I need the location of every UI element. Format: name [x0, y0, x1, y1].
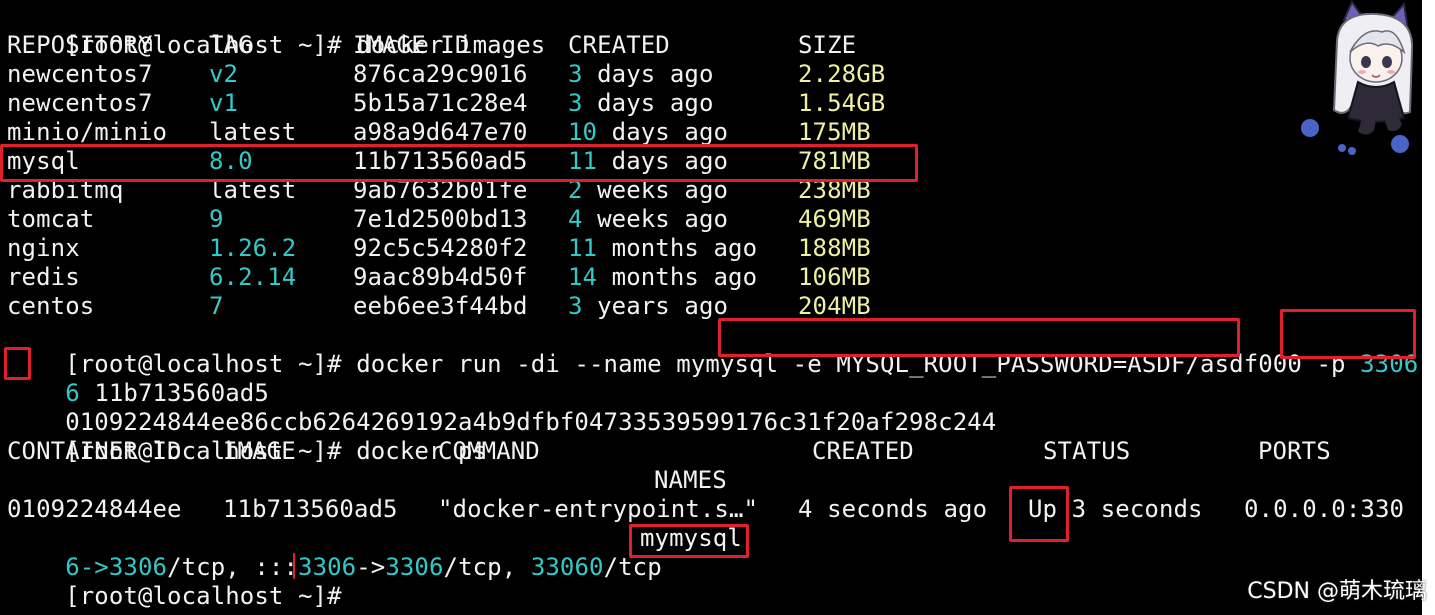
terminal-window[interactable]: [root@localhost ~]# docker images REPOSI…: [0, 0, 1422, 615]
image-id: 9aac89b4d50f: [353, 263, 528, 291]
image-size: 175MB: [798, 118, 871, 146]
image-created-unit: days ago: [597, 118, 729, 146]
header-image-id: IMAGE ID: [353, 31, 470, 59]
image-size: 469MB: [798, 205, 871, 233]
ps-header-row-wrap: NAMES: [7, 466, 727, 495]
header-created: CREATED: [812, 437, 914, 465]
image-repository: centos: [7, 292, 95, 320]
highlight-box-env-option: [718, 318, 1240, 357]
image-created-unit: months ago: [597, 234, 758, 262]
image-created-unit: days ago: [582, 60, 714, 88]
image-size: 2.28GB: [798, 60, 886, 88]
image-size: 1.54GB: [798, 89, 886, 117]
terminal-line-cmd-images: [root@localhost ~]# docker images: [7, 2, 545, 59]
highlight-box-names: [629, 524, 749, 558]
image-size: 106MB: [798, 263, 871, 291]
ps-port-num: 3306: [385, 553, 444, 581]
image-repository: redis: [7, 263, 80, 291]
image-size: 204MB: [798, 292, 871, 320]
images-header-row: REPOSITORY TAG IMAGE ID CREATED SIZE: [7, 31, 856, 60]
image-created-num: 11: [568, 234, 598, 262]
image-tag: 6.2.14: [209, 263, 297, 291]
image-tag: latest: [209, 118, 297, 146]
header-names: NAMES: [654, 466, 727, 494]
highlight-box-port-tail: [4, 347, 31, 380]
image-tag: 7: [209, 292, 224, 320]
image-row: newcentos7 v1 5b15a71c28e4 3 days ago 1.…: [7, 89, 885, 118]
image-id: eeb6ee3f44bd: [353, 292, 528, 320]
highlight-box-mysql-row: [0, 144, 918, 182]
header-container-id: CONTAINER ID: [7, 437, 182, 465]
image-row: centos 7 eeb6ee3f44bd 3 years ago 204MB: [7, 292, 871, 321]
ps-port-proto: /tcp,: [443, 553, 531, 581]
image-repository: minio/minio: [7, 118, 168, 146]
image-created-num: 4: [568, 205, 583, 233]
header-size: SIZE: [798, 31, 857, 59]
ps-command: "docker-entrypoint.s…": [438, 495, 759, 523]
image-repository: newcentos7: [7, 89, 153, 117]
image-id: 876ca29c9016: [353, 60, 528, 88]
terminal-cursor: [293, 553, 295, 579]
shell-prompt: [root@localhost ~]#: [65, 582, 357, 610]
header-ports: PORTS: [1258, 437, 1331, 465]
anime-mascot-icon: [1301, 0, 1414, 155]
image-created-unit: months ago: [597, 263, 758, 291]
header-repository: REPOSITORY: [7, 31, 153, 59]
ps-created: 4 seconds ago: [798, 495, 988, 523]
ps-port-arrow: ->: [356, 553, 386, 581]
ps-row-wrap: 6->3306/tcp, :::3306->3306/tcp, 33060/tc…: [7, 524, 742, 581]
image-row: minio/minio latest a98a9d647e70 10 days …: [7, 118, 871, 147]
header-command: COMMAND: [438, 437, 540, 465]
image-id: 7e1d2500bd13: [353, 205, 528, 233]
terminal-line-cmd-run-wrap: 6 11b713560ad5: [7, 350, 269, 407]
run-port-colon: :: [1418, 350, 1422, 378]
image-repository: newcentos7: [7, 60, 153, 88]
image-created-num: 10: [568, 118, 598, 146]
image-created-unit: days ago: [582, 89, 714, 117]
image-created-num: 3: [568, 89, 583, 117]
header-created: CREATED: [568, 31, 670, 59]
image-tag: 1.26.2: [209, 234, 297, 262]
image-created-num: 14: [568, 263, 598, 291]
highlight-box-port-mapping: [1280, 309, 1416, 359]
header-status: STATUS: [1043, 437, 1131, 465]
image-created-num: 3: [568, 60, 583, 88]
image-tag: v2: [209, 60, 239, 88]
csdn-watermark: CSDN @萌木琉璃: [1247, 579, 1427, 604]
image-row: tomcat 9 7e1d2500bd13 4 weeks ago 469MB: [7, 205, 871, 234]
image-row: newcentos7 v2 876ca29c9016 3 days ago 2.…: [7, 60, 885, 89]
image-id: 92c5c54280f2: [353, 234, 528, 262]
image-tag: v1: [209, 89, 239, 117]
image-row: redis 6.2.14 9aac89b4d50f 14 months ago …: [7, 263, 871, 292]
terminal-line-cmd-ps: [root@localhost ~]# docker ps: [7, 408, 487, 465]
highlight-box-status-up: [1009, 486, 1069, 542]
image-id: a98a9d647e70: [353, 118, 528, 146]
ps-row: 0109224844ee 11b713560ad5 "docker-entryp…: [7, 495, 1404, 524]
terminal-line-prompt[interactable]: [root@localhost ~]#: [7, 553, 356, 610]
ps-port-num: 33060: [530, 553, 604, 581]
image-created-unit: weeks ago: [582, 205, 729, 233]
image-size: 188MB: [798, 234, 871, 262]
ps-container-id: 0109224844ee: [7, 495, 182, 523]
ps-image: 11b713560ad5: [223, 495, 398, 523]
header-image: IMAGE: [223, 437, 296, 465]
image-id: 5b15a71c28e4: [353, 89, 528, 117]
header-tag: TAG: [209, 31, 253, 59]
image-row: nginx 1.26.2 92c5c54280f2 11 months ago …: [7, 234, 871, 263]
image-tag: 9: [209, 205, 224, 233]
image-created-num: 3: [568, 292, 583, 320]
container-hash-output: 0109224844ee86ccb6264269192a4b9dfbf04733…: [7, 379, 996, 436]
ps-status-duration: 3 seconds: [1057, 495, 1203, 523]
image-repository: nginx: [7, 234, 80, 262]
image-created-unit: years ago: [582, 292, 729, 320]
ps-ports: 0.0.0.0:330: [1244, 495, 1405, 523]
image-repository: tomcat: [7, 205, 95, 233]
ps-header-row: CONTAINER ID IMAGE COMMAND CREATED STATU…: [7, 437, 1331, 466]
